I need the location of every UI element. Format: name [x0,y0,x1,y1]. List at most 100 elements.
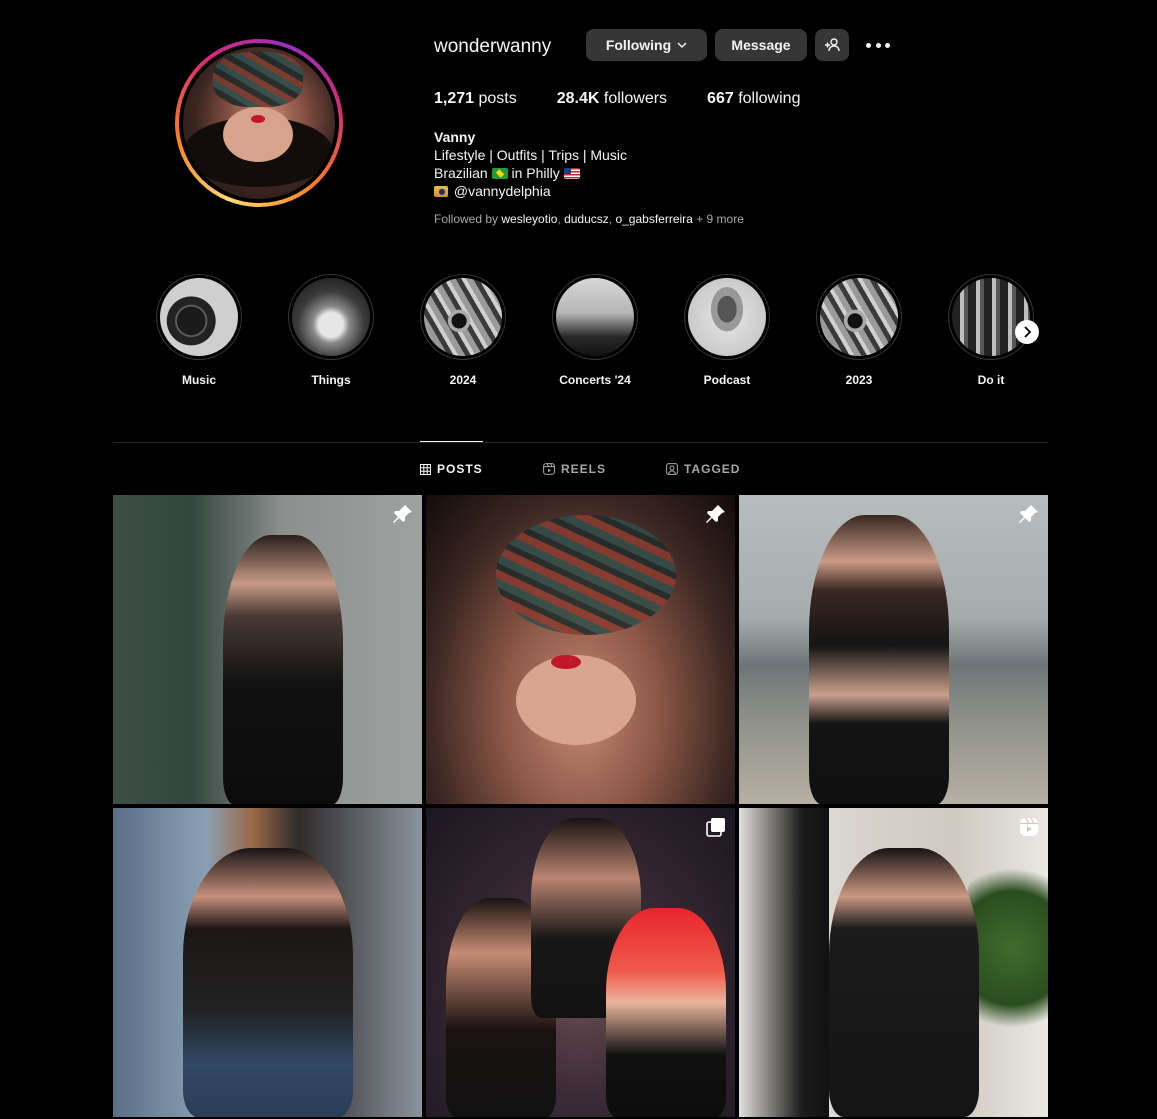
add-user-icon [825,38,840,52]
turntable-image [160,278,238,356]
chevron-down-icon [677,41,687,48]
followed-by-prefix: Followed by [434,212,499,226]
profile-username: wonderwanny [434,36,552,57]
dot [875,42,881,48]
highlight-podcast[interactable]: Podcast [682,274,772,387]
post-figure [829,848,979,1117]
avatar-lips [251,115,265,123]
highlight-ring [156,274,242,360]
posts-stat: 1,271 posts [434,90,517,108]
posts-count: 1,271 [434,90,475,107]
post-figure [223,535,343,804]
profile-stats: 1,271 posts 28.4K followers 667 followin… [434,90,840,108]
post-thumbnail[interactable] [113,808,422,1117]
post-figure [739,808,829,1117]
highlights-next-button[interactable] [1015,320,1039,344]
post-figure [183,848,353,1117]
profile-bio: Vanny Lifestyle | Outfits | Trips | Musi… [434,128,627,200]
message-button[interactable]: Message [715,29,807,61]
followed-by-user[interactable]: wesleyotio [501,212,557,226]
highlight-ring [552,274,638,360]
bio-name: Vanny [434,129,476,145]
highlight-things[interactable]: Things [286,274,376,387]
bio-line-1: Lifestyle | Outfits | Trips | Music [434,147,627,163]
pin-icon [706,505,725,523]
following-label-stat: following [738,90,801,107]
tab-posts[interactable]: POSTS [420,462,483,476]
highlight-2024[interactable]: 2024 [418,274,508,387]
highlight-label: Podcast [703,373,751,387]
following-button[interactable]: Following [586,29,707,61]
followers-stat[interactable]: 28.4K followers [557,90,667,108]
followed-by-user[interactable]: o_gabsferreira [615,212,692,226]
highlight-ring [420,274,506,360]
microphone-image [688,278,766,356]
followed-by[interactable]: Followed by wesleyotio, duducsz, o_gabsf… [434,212,744,226]
highlight-music[interactable]: Music [154,274,244,387]
following-label: Following [605,37,672,53]
carousel-icon [706,818,725,837]
tab-tagged[interactable]: TAGGED [666,462,740,476]
followers-label: followers [603,90,668,107]
highlight-ring [816,274,902,360]
highlight-label: Concerts '24 [559,373,631,387]
avatar-tattoo [213,52,303,107]
posts-label: posts [478,90,517,107]
tab-posts-label: POSTS [437,462,483,476]
highlight-label: 2024 [449,373,477,387]
following-count: 667 [707,90,734,107]
highlight-ring [684,274,770,360]
collage-image [820,278,898,356]
grid-icon [420,463,431,475]
more-options-icon[interactable] [866,37,890,53]
post-figure [551,655,581,669]
pin-icon [1019,505,1038,523]
bio-line-3: @vannydelphia [434,182,627,200]
bio-mention-link[interactable]: @vannydelphia [454,183,551,199]
post-thumbnail[interactable] [426,495,735,804]
highlight-2023[interactable]: 2023 [814,274,904,387]
post-figure [809,515,949,804]
bio-line-2-a: Brazilian [434,165,488,181]
tab-tagged-label: TAGGED [684,462,741,476]
us-flag-icon [563,168,580,179]
reels-icon [543,463,555,475]
dot [866,42,871,48]
post-figure [516,655,636,745]
followed-by-more: + 9 more [696,212,744,226]
hands-image [292,278,370,356]
highlight-ring [288,274,374,360]
chevron-right-icon [1024,326,1031,338]
followed-by-user[interactable]: duducsz [564,212,609,226]
post-thumbnail[interactable] [739,808,1048,1117]
post-thumbnail[interactable] [426,808,735,1117]
crowd-image [556,278,634,356]
pin-icon [393,505,412,523]
post-figure [496,515,676,635]
highlight-label: 2023 [845,373,873,387]
post-thumbnail[interactable] [739,495,1048,804]
message-label: Message [731,37,791,53]
highlight-concerts-24[interactable]: Concerts '24 [550,274,640,387]
brazil-flag-icon [491,168,508,179]
post-thumbnail[interactable] [113,495,422,804]
bio-line-2: Brazilian in Philly [434,164,627,182]
highlight-label: Do it [977,373,1005,387]
highlight-ring [948,274,1034,360]
post-figure [606,908,726,1117]
camera-flash-icon [434,186,448,197]
highlight-label: Music [181,373,216,387]
suggest-users-button[interactable] [815,29,849,61]
tabs-divider [113,442,1048,443]
following-stat[interactable]: 667 following [707,90,800,108]
profile-avatar[interactable] [175,39,343,207]
tagged-icon [666,463,678,475]
avatar-inner [179,43,339,203]
collage-image [424,278,502,356]
active-tab-indicator [420,441,483,442]
dot [885,42,890,48]
reel-icon [1020,817,1038,836]
tab-reels[interactable]: REELS [543,462,606,476]
dumbbells-image [952,278,1030,356]
highlight-label: Things [311,373,351,387]
